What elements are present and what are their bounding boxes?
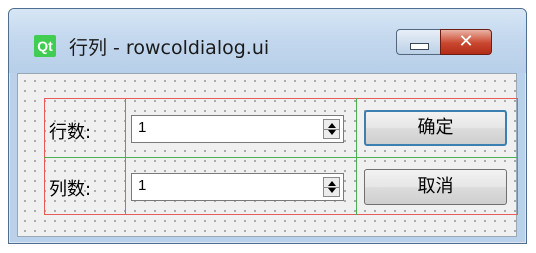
window-title: 行列 - rowcoldialog.ui: [69, 37, 270, 59]
rows-spinbox-value: 1: [138, 119, 147, 136]
title-bar[interactable]: Qt 行列 - rowcoldialog.ui ✕: [9, 9, 526, 73]
rows-label: 行数:: [49, 122, 92, 143]
minimize-icon: [410, 43, 429, 50]
cols-spinbox[interactable]: 1: [131, 173, 344, 201]
grid-row-divider: [44, 157, 518, 158]
cols-spinbox-value: 1: [138, 177, 147, 194]
close-button[interactable]: ✕: [440, 29, 492, 55]
rows-spinbox[interactable]: 1: [131, 115, 344, 143]
spin-up-icon[interactable]: [328, 181, 336, 186]
spin-down-icon[interactable]: [328, 130, 336, 135]
rows-spin-arrows[interactable]: [323, 119, 340, 139]
cancel-button[interactable]: 取消: [364, 169, 507, 205]
spin-up-icon[interactable]: [328, 123, 336, 128]
dialog-window: Qt 行列 - rowcoldialog.ui ✕ 行数: 1 确定 列数: 1…: [8, 8, 527, 244]
close-icon: ✕: [458, 31, 474, 52]
cols-spin-arrows[interactable]: [323, 177, 340, 197]
spin-down-icon[interactable]: [328, 188, 336, 193]
minimize-button[interactable]: [396, 29, 441, 55]
form-canvas: 行数: 1 确定 列数: 1 取消: [17, 73, 518, 237]
ok-button[interactable]: 确定: [364, 110, 507, 146]
qt-logo-icon: Qt: [34, 35, 56, 57]
cols-label: 列数:: [49, 179, 92, 200]
